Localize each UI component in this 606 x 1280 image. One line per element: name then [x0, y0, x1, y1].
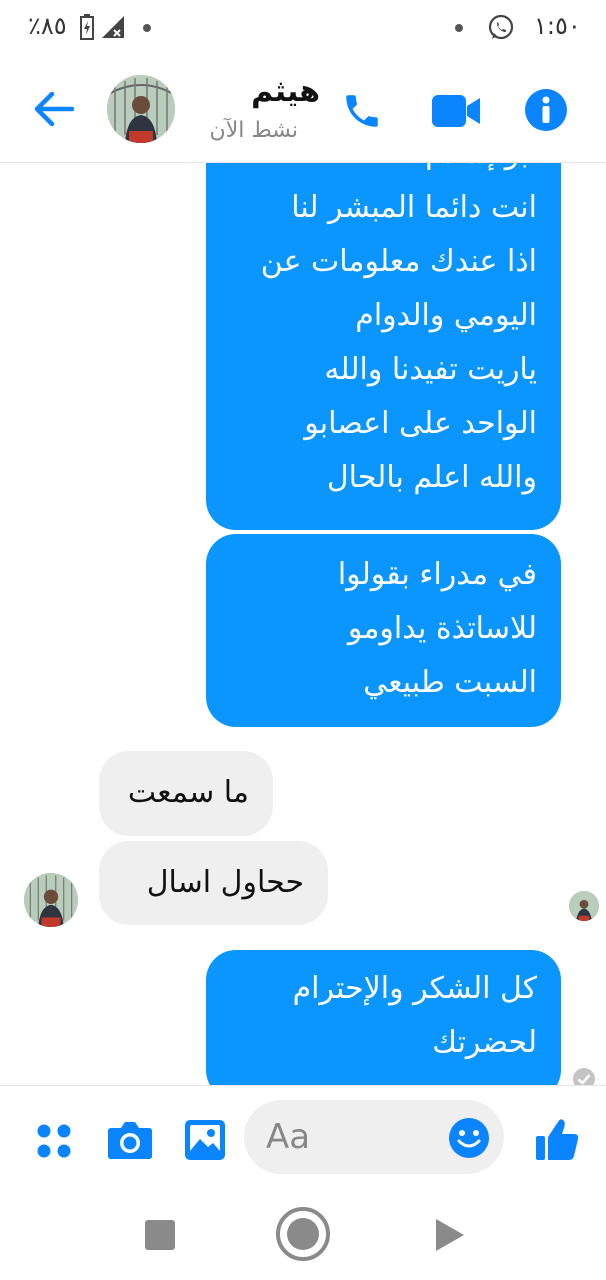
message-line: لحضرتك — [432, 1025, 537, 1060]
thumbs-up-icon[interactable] — [534, 1116, 580, 1162]
message-line: السبت طبيعي — [363, 665, 537, 700]
message-line: ياريت تفيدنا والله — [324, 352, 537, 387]
received-message-bubble[interactable]: ححاول اسال — [99, 841, 328, 925]
message-line: ما سمعت — [127, 775, 249, 810]
apps-grid-icon[interactable] — [36, 1123, 72, 1159]
sender-avatar[interactable] — [24, 873, 78, 927]
home-button[interactable] — [275, 1206, 331, 1262]
signal-icon — [102, 16, 124, 38]
recent-apps-button[interactable] — [144, 1219, 176, 1251]
message-list[interactable]: ابو إسلام انت دائما المبشر لنا اذا عندك … — [0, 163, 606, 1085]
system-navigation-bar — [0, 1186, 606, 1280]
status-bar: ٪٨٥ ١:٥٠ — [0, 0, 606, 56]
gallery-icon[interactable] — [184, 1119, 226, 1161]
message-line: ابو إسلام — [230, 163, 537, 181]
camera-icon[interactable] — [107, 1120, 153, 1160]
received-message-bubble[interactable]: ما سمعت — [99, 751, 273, 836]
emoji-icon[interactable] — [448, 1117, 490, 1159]
message-line: اليومي والدوام — [355, 298, 537, 333]
message-line: الواحد على اعصابو — [304, 406, 537, 441]
presence-status: نشط الآن — [209, 118, 298, 143]
message-line: والله اعلم بالحال — [326, 460, 537, 495]
back-arrow-icon[interactable] — [32, 90, 74, 128]
message-composer: Aa — [0, 1085, 606, 1186]
message-line: انت دائما المبشر لنا — [291, 190, 537, 225]
video-camera-icon[interactable] — [431, 94, 481, 128]
sent-message-bubble[interactable]: كل الشكر والإحترام لحضرتك — [206, 950, 561, 1085]
whatsapp-icon — [488, 14, 514, 40]
conversation-header: هيثم نشط الآن — [0, 56, 606, 163]
message-input[interactable]: Aa — [244, 1100, 504, 1174]
notification-dot — [455, 24, 463, 32]
delivered-check-icon — [573, 1068, 595, 1085]
sent-message-bubble[interactable]: ابو إسلام انت دائما المبشر لنا اذا عندك … — [206, 163, 561, 530]
phone-icon[interactable] — [341, 90, 383, 132]
clock: ١:٥٠ — [534, 12, 581, 40]
battery-icon — [80, 14, 94, 40]
back-button[interactable] — [434, 1217, 466, 1253]
message-line: اذا عندك معلومات عن — [260, 244, 537, 279]
contact-avatar[interactable] — [107, 75, 175, 143]
contact-name[interactable]: هيثم — [220, 74, 320, 109]
notification-dot — [143, 24, 151, 32]
sent-message-bubble[interactable]: في مدراء بقولوا للاساتذة يداومو السبت طب… — [206, 534, 561, 727]
info-icon[interactable] — [524, 88, 568, 132]
message-input-placeholder: Aa — [266, 1117, 311, 1157]
message-line: للاساتذة يداومو — [347, 611, 537, 646]
battery-percent: ٪٨٥ — [28, 12, 67, 40]
seen-receipt-avatar — [569, 891, 599, 921]
message-line: في مدراء بقولوا — [337, 557, 537, 592]
message-line: ححاول اسال — [146, 865, 304, 900]
message-line: كل الشكر والإحترام — [292, 971, 537, 1006]
